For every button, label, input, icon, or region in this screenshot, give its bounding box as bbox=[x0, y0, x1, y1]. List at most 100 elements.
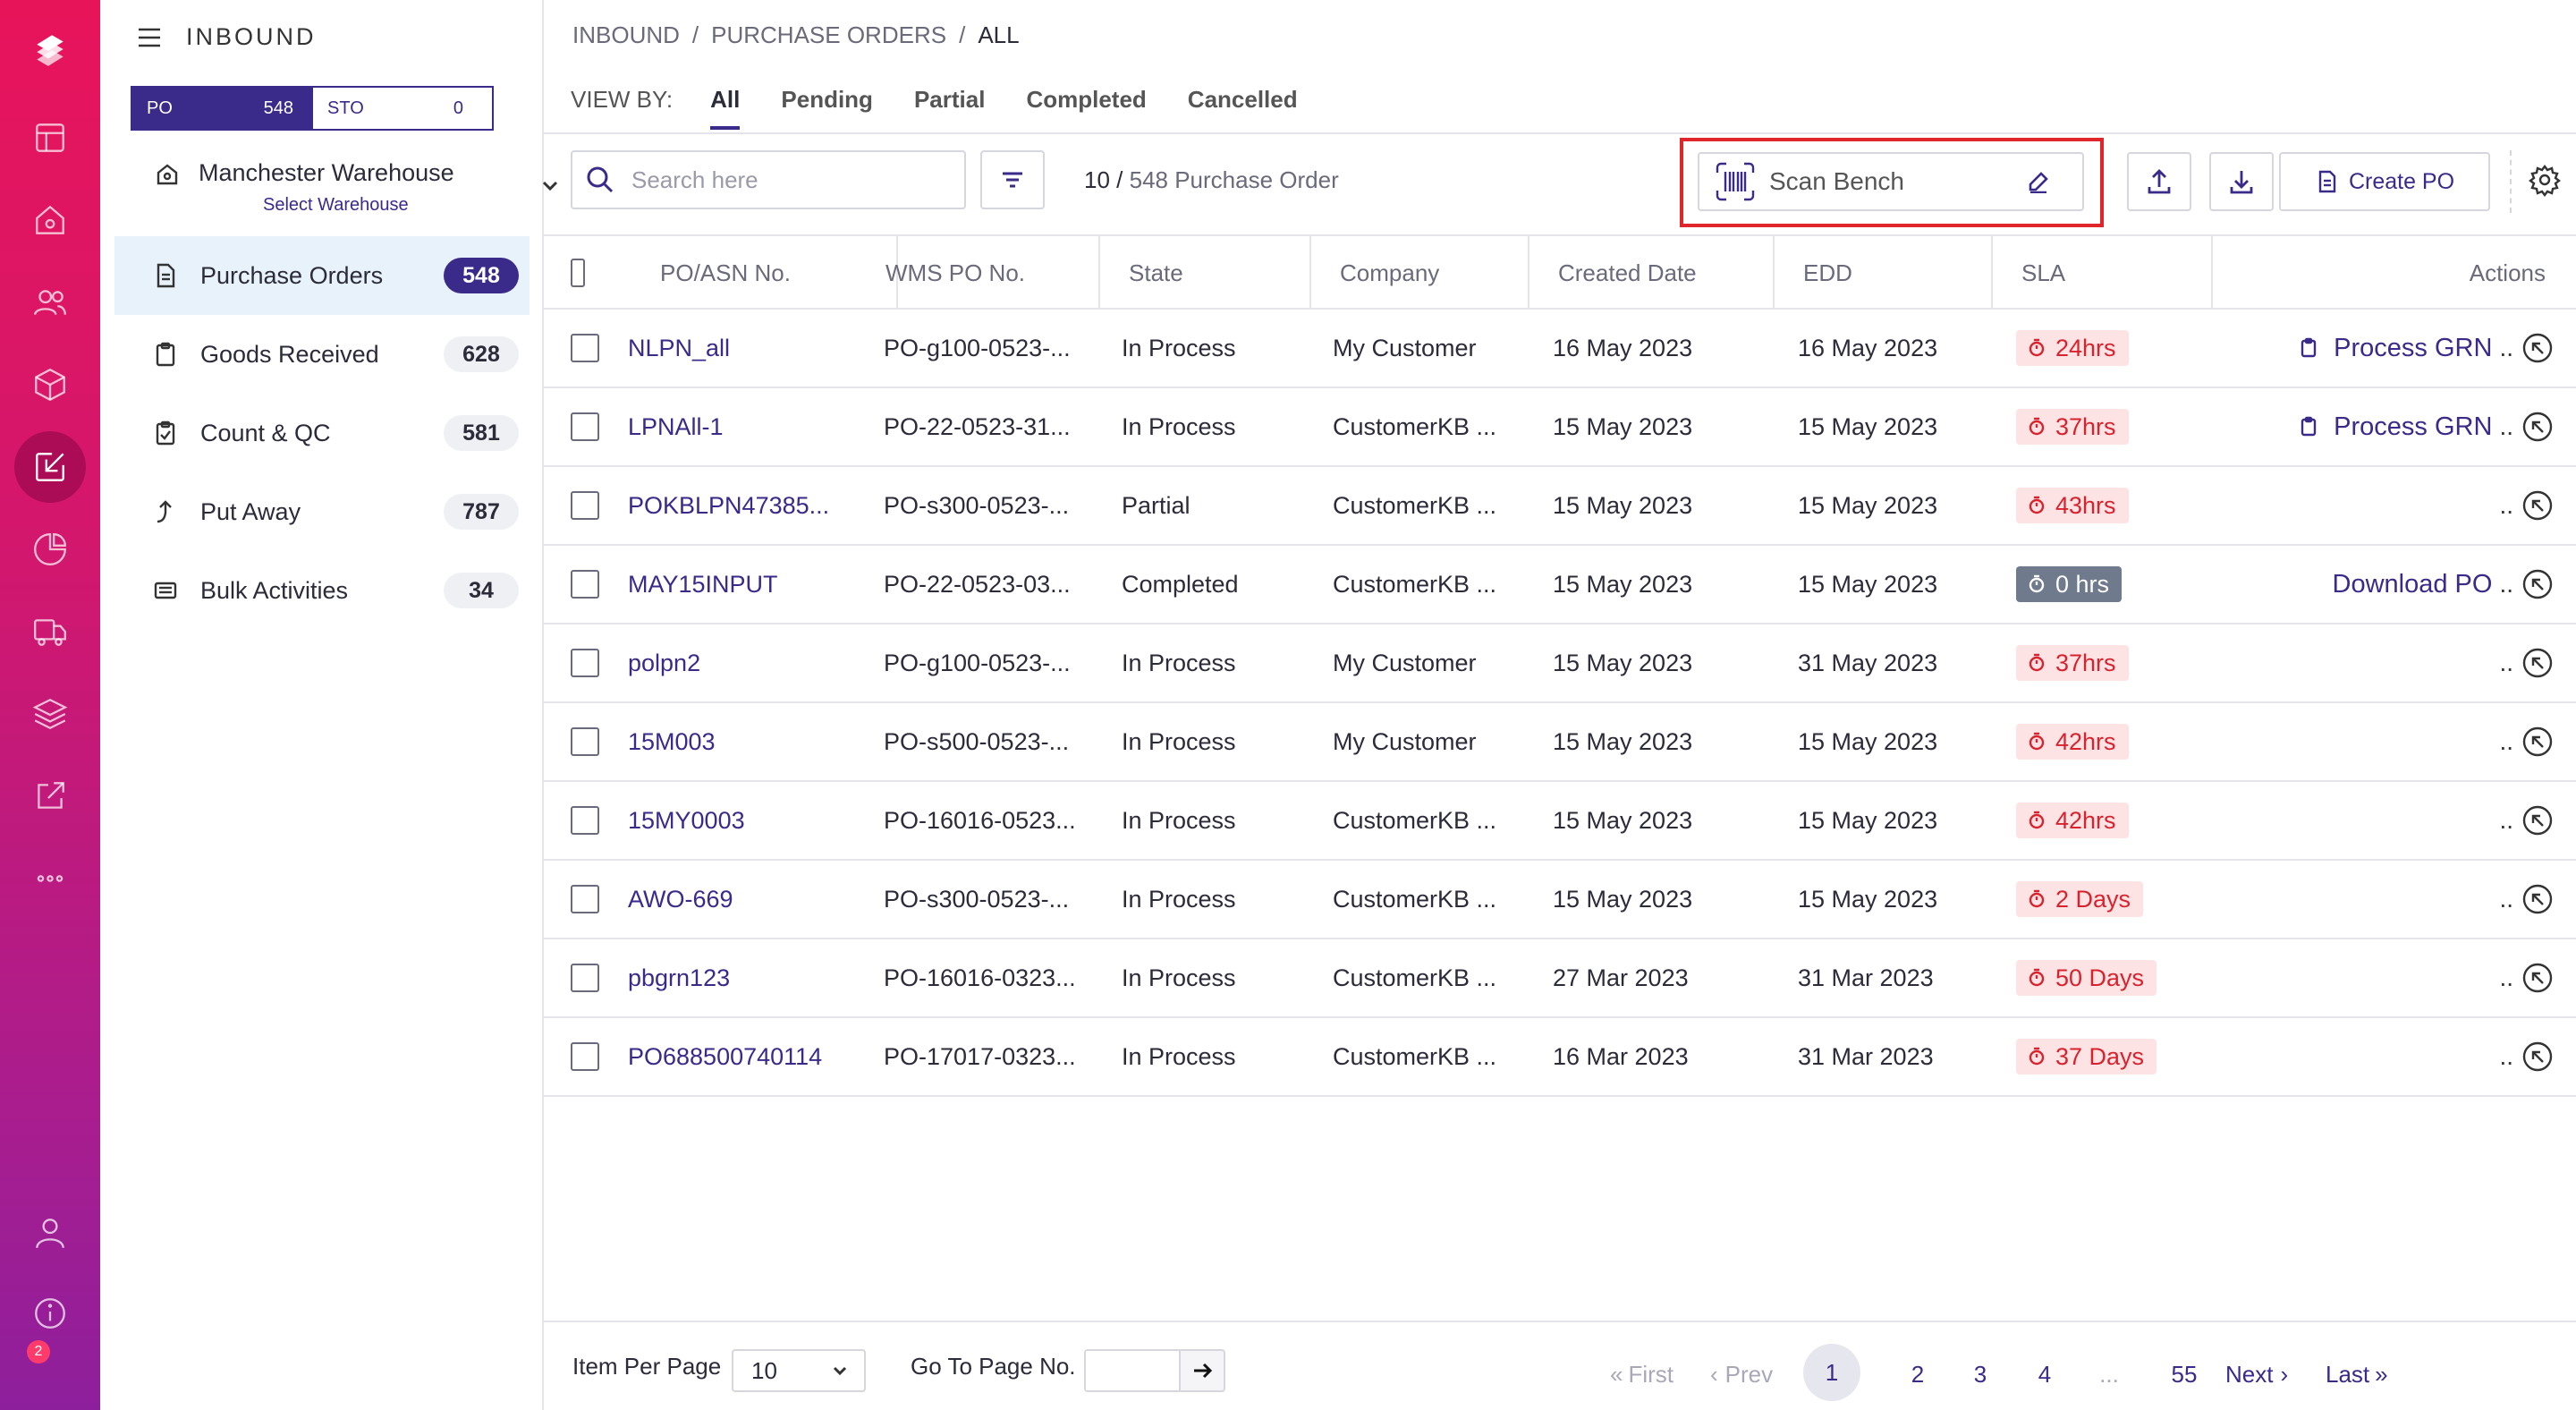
download-po-button[interactable]: Download PO bbox=[2333, 570, 2493, 599]
row-checkbox[interactable] bbox=[571, 412, 599, 441]
more-options[interactable]: .. bbox=[2499, 649, 2513, 677]
more-options[interactable]: .. bbox=[2499, 334, 2513, 362]
more-options[interactable]: .. bbox=[2499, 570, 2513, 599]
open-detail-icon[interactable] bbox=[2521, 410, 2555, 444]
row-checkbox[interactable] bbox=[571, 649, 599, 677]
breadcrumb-inbound[interactable]: INBOUND bbox=[572, 21, 680, 49]
sidebar-item-purchase-orders[interactable]: Purchase Orders 548 bbox=[114, 236, 530, 315]
po-asn-link[interactable]: PO688500740114 bbox=[628, 1018, 822, 1095]
warehouse-selector[interactable]: Manchester Warehouse Select Warehouse bbox=[156, 159, 558, 222]
select-warehouse-link[interactable]: Select Warehouse bbox=[263, 195, 409, 216]
tab-pending[interactable]: Pending bbox=[781, 86, 873, 126]
more-options[interactable]: .. bbox=[2499, 885, 2513, 913]
row-checkbox[interactable] bbox=[571, 491, 599, 520]
table-row[interactable]: 15MY0003 PO-16016-0523... In Process Custom… bbox=[544, 782, 2576, 861]
column-header-edd[interactable]: EDD bbox=[1775, 236, 1993, 310]
column-header-created-date[interactable]: Created Date bbox=[1530, 236, 1775, 310]
row-checkbox[interactable] bbox=[571, 334, 599, 362]
po-asn-link[interactable]: polpn2 bbox=[628, 624, 700, 701]
truck-icon[interactable] bbox=[25, 607, 75, 657]
page-4-button[interactable]: 4 bbox=[2018, 1349, 2072, 1399]
select-all-checkbox[interactable] bbox=[571, 259, 585, 287]
sidebar-item-bulk-activities[interactable]: Bulk Activities 34 bbox=[114, 551, 530, 630]
settings-gear-icon[interactable] bbox=[2528, 163, 2562, 197]
next-page-button[interactable]: Next › bbox=[2225, 1349, 2288, 1399]
sidebar-item-put-away[interactable]: Put Away 787 bbox=[114, 472, 530, 551]
po-asn-link[interactable]: AWO-669 bbox=[628, 861, 733, 938]
po-asn-link[interactable]: pbgrn123 bbox=[628, 939, 730, 1016]
go-to-page-button[interactable] bbox=[1179, 1349, 1225, 1392]
page-1-button[interactable]: 1 bbox=[1803, 1344, 1860, 1401]
home-icon[interactable] bbox=[25, 195, 75, 245]
table-row[interactable]: POKBLPN47385... PO-s300-0523-... Partial Cu… bbox=[544, 467, 2576, 546]
open-detail-icon[interactable] bbox=[2521, 961, 2555, 995]
table-row[interactable]: pbgrn123 PO-16016-0323... In Process Custom… bbox=[544, 939, 2576, 1018]
create-po-button[interactable]: Create PO bbox=[2279, 152, 2490, 211]
first-page-button[interactable]: « First bbox=[1610, 1349, 1674, 1399]
po-asn-link[interactable]: NLPN_all bbox=[628, 310, 730, 386]
more-options[interactable]: .. bbox=[2499, 491, 2513, 520]
box-icon[interactable] bbox=[25, 360, 75, 410]
column-header-sla[interactable]: SLA bbox=[1993, 236, 2213, 310]
dashboard-icon[interactable] bbox=[25, 113, 75, 163]
inbound-icon[interactable] bbox=[14, 431, 86, 503]
open-detail-icon[interactable] bbox=[2521, 725, 2555, 759]
open-detail-icon[interactable] bbox=[2521, 567, 2555, 601]
table-row[interactable]: NLPN_all PO-g100-0523-... In Process My Cus… bbox=[544, 310, 2576, 388]
more-icon[interactable] bbox=[25, 854, 75, 904]
row-checkbox[interactable] bbox=[571, 727, 599, 756]
last-page-button[interactable]: Last » bbox=[2326, 1349, 2388, 1399]
table-row[interactable]: MAY15INPUT PO-22-0523-03... Completed Custo… bbox=[544, 546, 2576, 624]
edit-pencil-icon[interactable] bbox=[2027, 170, 2082, 193]
sidebar-item-count-qc[interactable]: Count & QC 581 bbox=[114, 394, 530, 472]
row-checkbox[interactable] bbox=[571, 806, 599, 835]
open-detail-icon[interactable] bbox=[2521, 803, 2555, 837]
sidebar-item-goods-received[interactable]: Goods Received 628 bbox=[114, 315, 530, 394]
more-options[interactable]: .. bbox=[2499, 806, 2513, 835]
page-2-button[interactable]: 2 bbox=[1891, 1349, 1945, 1399]
users-icon[interactable] bbox=[25, 277, 75, 327]
filter-button[interactable] bbox=[980, 150, 1045, 209]
page-55-button[interactable]: 55 bbox=[2157, 1349, 2211, 1399]
info-icon[interactable] bbox=[25, 1288, 75, 1338]
table-row[interactable]: polpn2 PO-g100-0523-... In Process My Custo… bbox=[544, 624, 2576, 703]
more-options[interactable]: .. bbox=[2499, 1042, 2513, 1071]
upload-button[interactable] bbox=[2127, 152, 2191, 211]
tab-completed[interactable]: Completed bbox=[1026, 86, 1146, 126]
tab-cancelled[interactable]: Cancelled bbox=[1188, 86, 1298, 126]
row-checkbox[interactable] bbox=[571, 1042, 599, 1071]
go-to-page-input[interactable] bbox=[1084, 1349, 1181, 1392]
open-detail-icon[interactable] bbox=[2521, 331, 2555, 365]
more-options[interactable]: .. bbox=[2499, 412, 2513, 441]
breadcrumb-purchase-orders[interactable]: PURCHASE ORDERS bbox=[711, 21, 946, 49]
process-grn-button[interactable]: Process GRN bbox=[2298, 334, 2492, 363]
open-detail-icon[interactable] bbox=[2521, 646, 2555, 680]
hamburger-menu-icon[interactable] bbox=[136, 24, 163, 51]
open-detail-icon[interactable] bbox=[2521, 882, 2555, 916]
download-button[interactable] bbox=[2209, 152, 2274, 211]
tab-all[interactable]: All bbox=[710, 86, 741, 130]
open-detail-icon[interactable] bbox=[2521, 488, 2555, 522]
column-header-po-asn[interactable]: PO/ASN No. bbox=[587, 236, 898, 310]
items-per-page-select[interactable]: 10 bbox=[732, 1349, 866, 1392]
open-detail-icon[interactable] bbox=[2521, 1040, 2555, 1074]
row-checkbox[interactable] bbox=[571, 964, 599, 992]
table-row[interactable]: PO688500740114 PO-17017-0323... In Process… bbox=[544, 1018, 2576, 1097]
po-segment[interactable]: PO 548 bbox=[132, 88, 313, 129]
reports-icon[interactable] bbox=[25, 524, 75, 574]
scan-bench-input[interactable]: Scan Bench bbox=[1698, 152, 2084, 211]
table-row[interactable]: 15M003 PO-s500-0523-... In Process My Custo… bbox=[544, 703, 2576, 782]
po-asn-link[interactable]: 15MY0003 bbox=[628, 782, 745, 859]
more-options[interactable]: .. bbox=[2499, 727, 2513, 756]
search-input[interactable]: Search here bbox=[571, 150, 966, 209]
layers-icon[interactable] bbox=[25, 689, 75, 739]
prev-page-button[interactable]: ‹ Prev bbox=[1710, 1349, 1773, 1399]
table-row[interactable]: LPNAll-1 PO-22-0523-31... In Process Custom… bbox=[544, 388, 2576, 467]
sto-segment[interactable]: STO 0 bbox=[313, 88, 492, 129]
more-options[interactable]: .. bbox=[2499, 964, 2513, 992]
po-asn-link[interactable]: POKBLPN47385... bbox=[628, 467, 829, 544]
profile-icon[interactable] bbox=[25, 1208, 75, 1258]
page-3-button[interactable]: 3 bbox=[1953, 1349, 2007, 1399]
row-checkbox[interactable] bbox=[571, 885, 599, 913]
column-header-wms-po[interactable]: WMS PO No. bbox=[857, 236, 1100, 310]
